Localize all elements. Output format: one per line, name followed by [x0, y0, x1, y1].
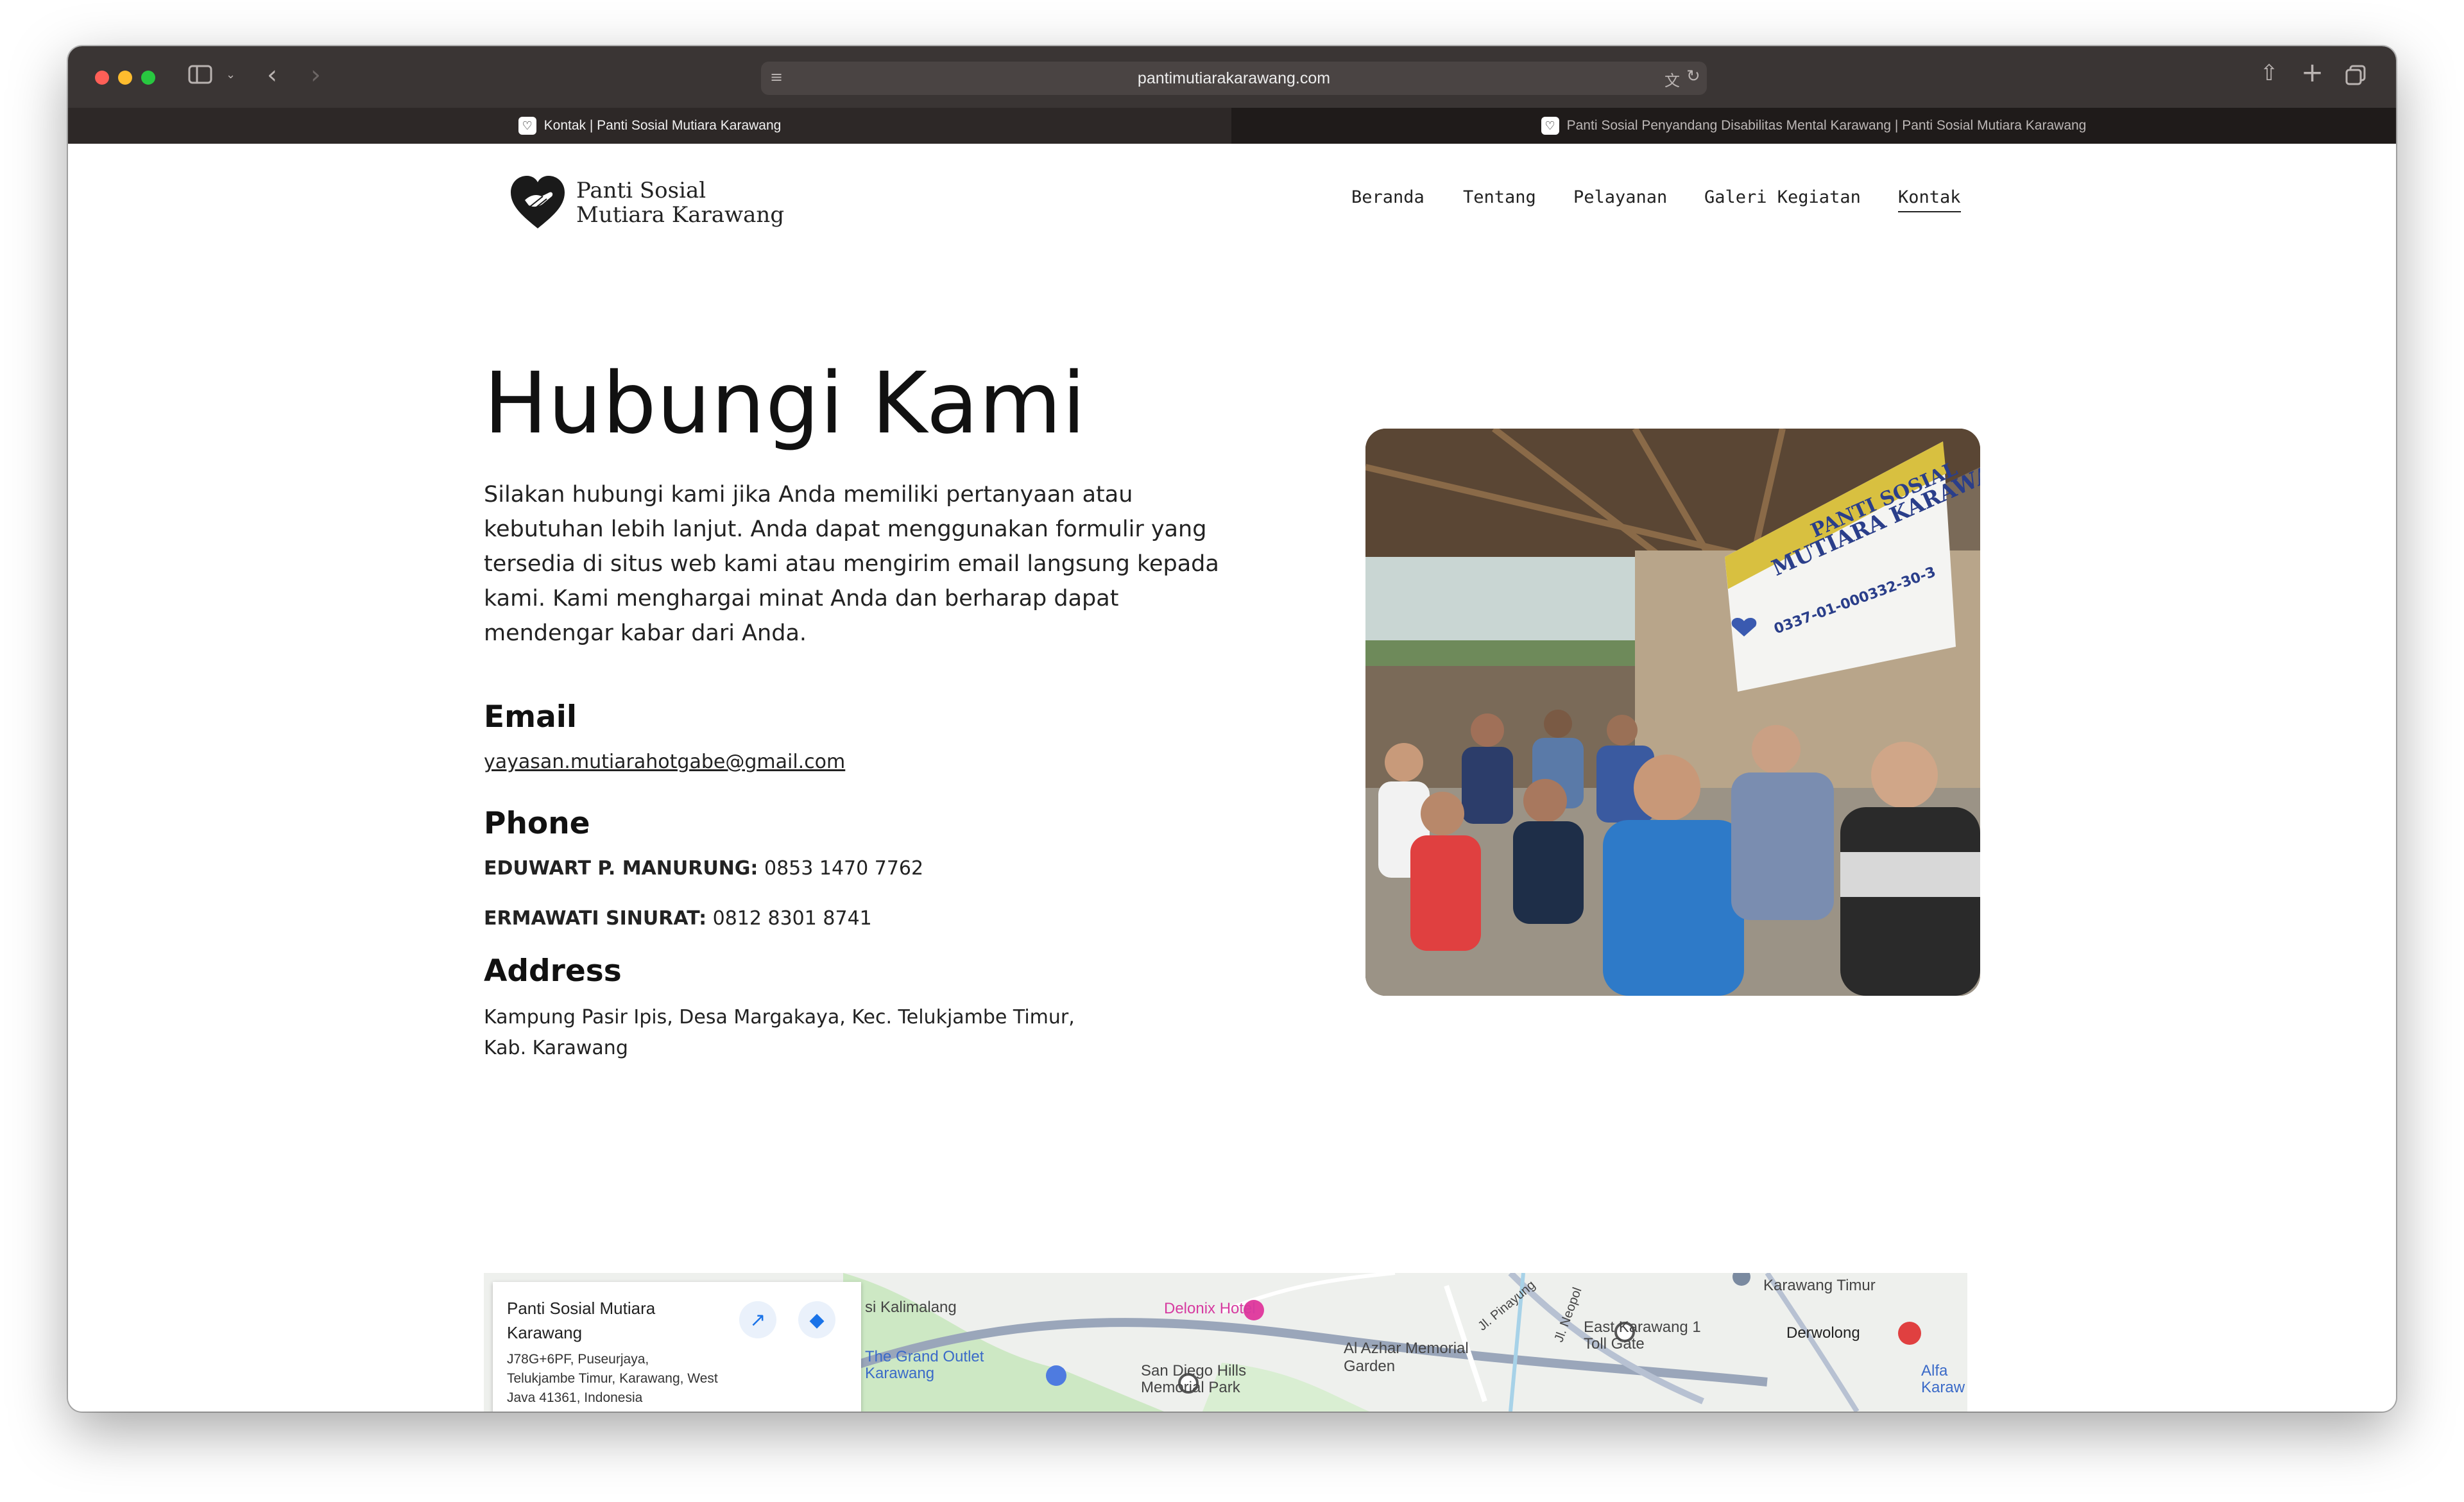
- sidebar-toggle-icon[interactable]: [187, 64, 213, 85]
- forward-arrow-icon[interactable]: ›: [311, 60, 321, 90]
- minimize-window-button[interactable]: [118, 71, 132, 85]
- nav-beranda[interactable]: Beranda: [1351, 187, 1425, 207]
- map-label: Delonix Hotel: [1164, 1300, 1256, 1317]
- place-address: J78G+6PF, Puseurjaya, Telukjambe Timur, …: [507, 1352, 718, 1405]
- nav-pelayanan[interactable]: Pelayanan: [1573, 187, 1667, 207]
- map-place-card: Panti Sosial Mutiara Karawang J78G+6PF, …: [493, 1282, 861, 1412]
- google-map[interactable]: si Kalimalang Delonix Hotel The Grand Ou…: [484, 1273, 1967, 1412]
- address-line-1: Kampung Pasir Ipis, Desa Margakaya, Kec.…: [484, 1006, 1075, 1028]
- map-label: East Karawang 1 Toll Gate: [1584, 1319, 1701, 1353]
- nav-kontak[interactable]: Kontak: [1898, 187, 1961, 212]
- open-in-maps-icon[interactable]: ↗: [739, 1301, 776, 1338]
- heart-hands-icon: ♡: [518, 117, 536, 135]
- address-line-2: Kab. Karawang: [484, 1037, 628, 1059]
- logo-text: Panti Sosial Mutiara Karawang: [576, 178, 784, 227]
- map-label: Karawang Timur: [1763, 1277, 1876, 1294]
- tab-home[interactable]: ♡ Panti Sosial Penyandang Disabilitas Me…: [1231, 108, 2396, 144]
- phone-name: ERMAWATI SINURAT:: [484, 907, 707, 930]
- tab-label: Panti Sosial Penyandang Disabilitas Ment…: [1566, 118, 2087, 133]
- nav-tentang[interactable]: Tentang: [1463, 187, 1536, 207]
- address-heading: Address: [484, 953, 622, 989]
- reload-icon[interactable]: ↻: [1686, 67, 1700, 86]
- browser-toolbar: ⌄ ‹ › ≡ pantimutiarakarawang.com 文 ↻ ⇧ +: [68, 46, 2396, 108]
- map-label: Al Azhar Memorial Garden: [1344, 1340, 1469, 1375]
- close-window-button[interactable]: [95, 71, 109, 85]
- new-tab-icon[interactable]: +: [2301, 56, 2323, 88]
- phone-entry-2: ERMAWATI SINURAT: 0812 8301 8741: [484, 907, 872, 930]
- share-icon[interactable]: ⇧: [2260, 60, 2279, 86]
- logo-line-2: Mutiara Karawang: [576, 202, 785, 228]
- phone-number[interactable]: 0853 1470 7762: [764, 857, 923, 880]
- map-label: The Grand Outlet Karawang: [865, 1348, 984, 1382]
- back-arrow-icon[interactable]: ‹: [267, 60, 277, 90]
- heart-hands-icon: [511, 176, 565, 228]
- web-page: Panti Sosial Mutiara Karawang Beranda Te…: [68, 144, 2396, 1412]
- email-link[interactable]: yayasan.mutiarahotgabe@gmail.com: [484, 751, 845, 773]
- address-text: Kampung Pasir Ipis, Desa Margakaya, Kec.…: [484, 1002, 1075, 1064]
- logo-line-1: Panti Sosial: [576, 178, 706, 203]
- chevron-down-icon[interactable]: ⌄: [226, 68, 235, 81]
- tab-overview-icon[interactable]: [2345, 64, 2366, 86]
- directions-icon[interactable]: ◆: [798, 1301, 835, 1338]
- phone-name: EDUWART P. MANURUNG:: [484, 857, 758, 880]
- tab-bar: ♡ Kontak | Panti Sosial Mutiara Karawang…: [68, 108, 2396, 144]
- tab-kontak[interactable]: ♡ Kontak | Panti Sosial Mutiara Karawang: [68, 108, 1231, 144]
- nav-galeri-kegiatan[interactable]: Galeri Kegiatan: [1704, 187, 1861, 207]
- site-logo[interactable]: Panti Sosial Mutiara Karawang: [504, 169, 784, 236]
- phone-heading: Phone: [484, 806, 590, 841]
- zoom-window-button[interactable]: [141, 71, 155, 85]
- gathering-photo: PANTI SOSIAL MUTIARA KARAWANG 0337-01-00…: [1365, 429, 1980, 996]
- photo-illustration: PANTI SOSIAL MUTIARA KARAWANG 0337-01-00…: [1365, 429, 1980, 996]
- map-label: Alfa Karaw: [1921, 1362, 1965, 1396]
- address-bar[interactable]: ≡ pantimutiarakarawang.com 文 ↻: [761, 62, 1707, 95]
- tab-label: Kontak | Panti Sosial Mutiara Karawang: [543, 118, 782, 133]
- browser-window: ⌄ ‹ › ≡ pantimutiarakarawang.com 文 ↻ ⇧ +…: [68, 46, 2396, 1412]
- email-heading: Email: [484, 699, 578, 735]
- url-text: pantimutiarakarawang.com: [1137, 69, 1331, 87]
- intro-paragraph: Silakan hubungi kami jika Anda memiliki …: [484, 482, 1219, 646]
- heart-hands-icon: ♡: [1541, 117, 1559, 135]
- map-label: Derwolong: [1786, 1324, 1860, 1342]
- map-label: San Diego Hills Memorial Park: [1141, 1362, 1247, 1396]
- place-title[interactable]: Panti Sosial Mutiara Karawang: [507, 1296, 699, 1345]
- phone-number[interactable]: 0812 8301 8741: [713, 907, 872, 930]
- desktop-background: ⌄ ‹ › ≡ pantimutiarakarawang.com 文 ↻ ⇧ +…: [0, 0, 2464, 1502]
- map-label: si Kalimalang: [865, 1299, 957, 1316]
- translate-icon[interactable]: 文: [1664, 68, 1680, 90]
- page-title: Hubungi Kami: [484, 354, 1086, 453]
- phone-entry-1: EDUWART P. MANURUNG: 0853 1470 7762: [484, 857, 923, 880]
